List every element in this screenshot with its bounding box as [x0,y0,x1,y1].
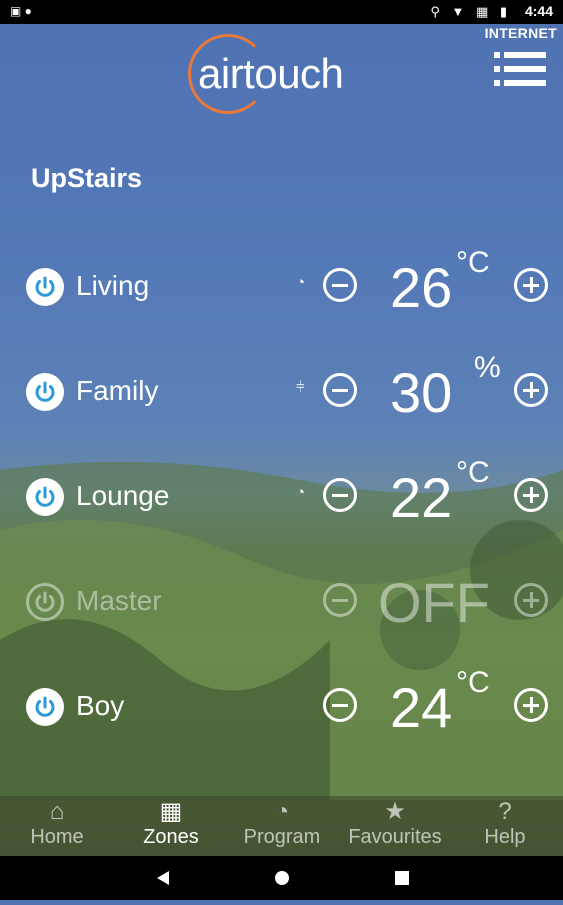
back-icon [157,871,169,885]
zone-unit: °C [456,246,490,279]
decrease-button[interactable] [323,373,357,407]
zone-row-living: Living ◔ 26 °C [0,246,563,319]
notification-icons: ▣ ● [10,4,32,18]
increase-button[interactable] [514,373,548,407]
power-icon [35,486,55,507]
increase-button[interactable] [514,688,548,722]
zone-value: 24 [390,676,453,739]
power-button[interactable] [26,688,64,726]
zone-value: OFF [378,571,490,634]
tab-home[interactable]: ⌂ Home [20,796,94,856]
increase-button[interactable] [514,583,548,617]
zones-icon: ▦ [159,798,183,825]
zone-value: 30 [390,361,453,424]
decrease-button[interactable] [323,478,357,512]
power-icon [35,276,55,297]
zone-name: Living [76,270,150,301]
tab-label: Zones [143,826,199,848]
power-button[interactable] [26,583,64,621]
zone-value: 26 [390,256,453,319]
tab-program[interactable]: ◔ Program [238,796,326,856]
zone-name: Master [76,585,162,616]
tab-help[interactable]: ? Help [474,796,536,856]
tab-label: Home [30,826,84,848]
power-button[interactable] [26,478,64,516]
clock-icon: ◔ [296,274,306,291]
network-label: INTERNET [484,25,557,41]
decrease-button[interactable] [323,583,357,617]
tab-label: Program [243,826,321,848]
clock-icon: ◔ [296,484,306,501]
decrease-button[interactable] [323,268,357,302]
bottom-tab-bar: ⌂ Home ▦ Zones ◔ Program ★ Favourites ? … [0,796,563,856]
group-title: UpStairs [31,163,143,193]
logo-text: airtouch [198,50,344,97]
recents-button[interactable] [382,856,422,900]
zone-name: Family [76,375,159,406]
menu-button[interactable] [494,52,546,86]
zone-row-family: Family ⫩ 30 % [0,351,563,424]
tab-label: Help [484,826,526,848]
back-button[interactable] [143,856,183,900]
home-icon: ⌂ [49,798,65,825]
zone-name: Lounge [76,480,170,511]
recents-icon [395,871,409,885]
power-icon [35,696,55,717]
zone-name: Boy [76,690,125,721]
decrease-button[interactable] [323,688,357,722]
power-button[interactable] [26,268,64,306]
home-nav-button[interactable] [262,856,302,900]
increase-button[interactable] [514,268,548,302]
status-time: 4:44 [524,3,553,19]
tab-label: Favourites [348,826,442,848]
zone-unit: °C [456,666,490,699]
clock-icon: ◔ [274,798,290,825]
tab-favourites[interactable]: ★ Favourites [342,796,448,856]
zone-row-master: Master OFF [0,573,563,633]
power-icon [35,381,55,402]
zone-row-boy: Boy 24 °C [0,666,563,739]
zone-value: 22 [390,466,453,529]
power-icon [35,591,55,612]
sensor-icon: ⫩ [296,379,305,396]
power-button[interactable] [26,373,64,411]
help-icon: ? [498,798,512,825]
tab-zones[interactable]: ▦ Zones [132,796,210,856]
star-icon: ★ [384,798,406,825]
home-circle-icon [275,871,289,885]
increase-button[interactable] [514,478,548,512]
zone-unit: % [474,351,501,384]
zone-row-lounge: Lounge ◔ 22 °C [0,456,563,529]
airtouch-logo: airtouch [188,34,378,118]
system-navigation-bar [0,856,563,900]
system-status-icons: ⚲ ▼ ▦ ▮ [430,4,511,19]
zone-unit: °C [456,456,490,489]
status-bar: ▣ ● ⚲ ▼ ▦ ▮ 4:44 [0,0,563,24]
